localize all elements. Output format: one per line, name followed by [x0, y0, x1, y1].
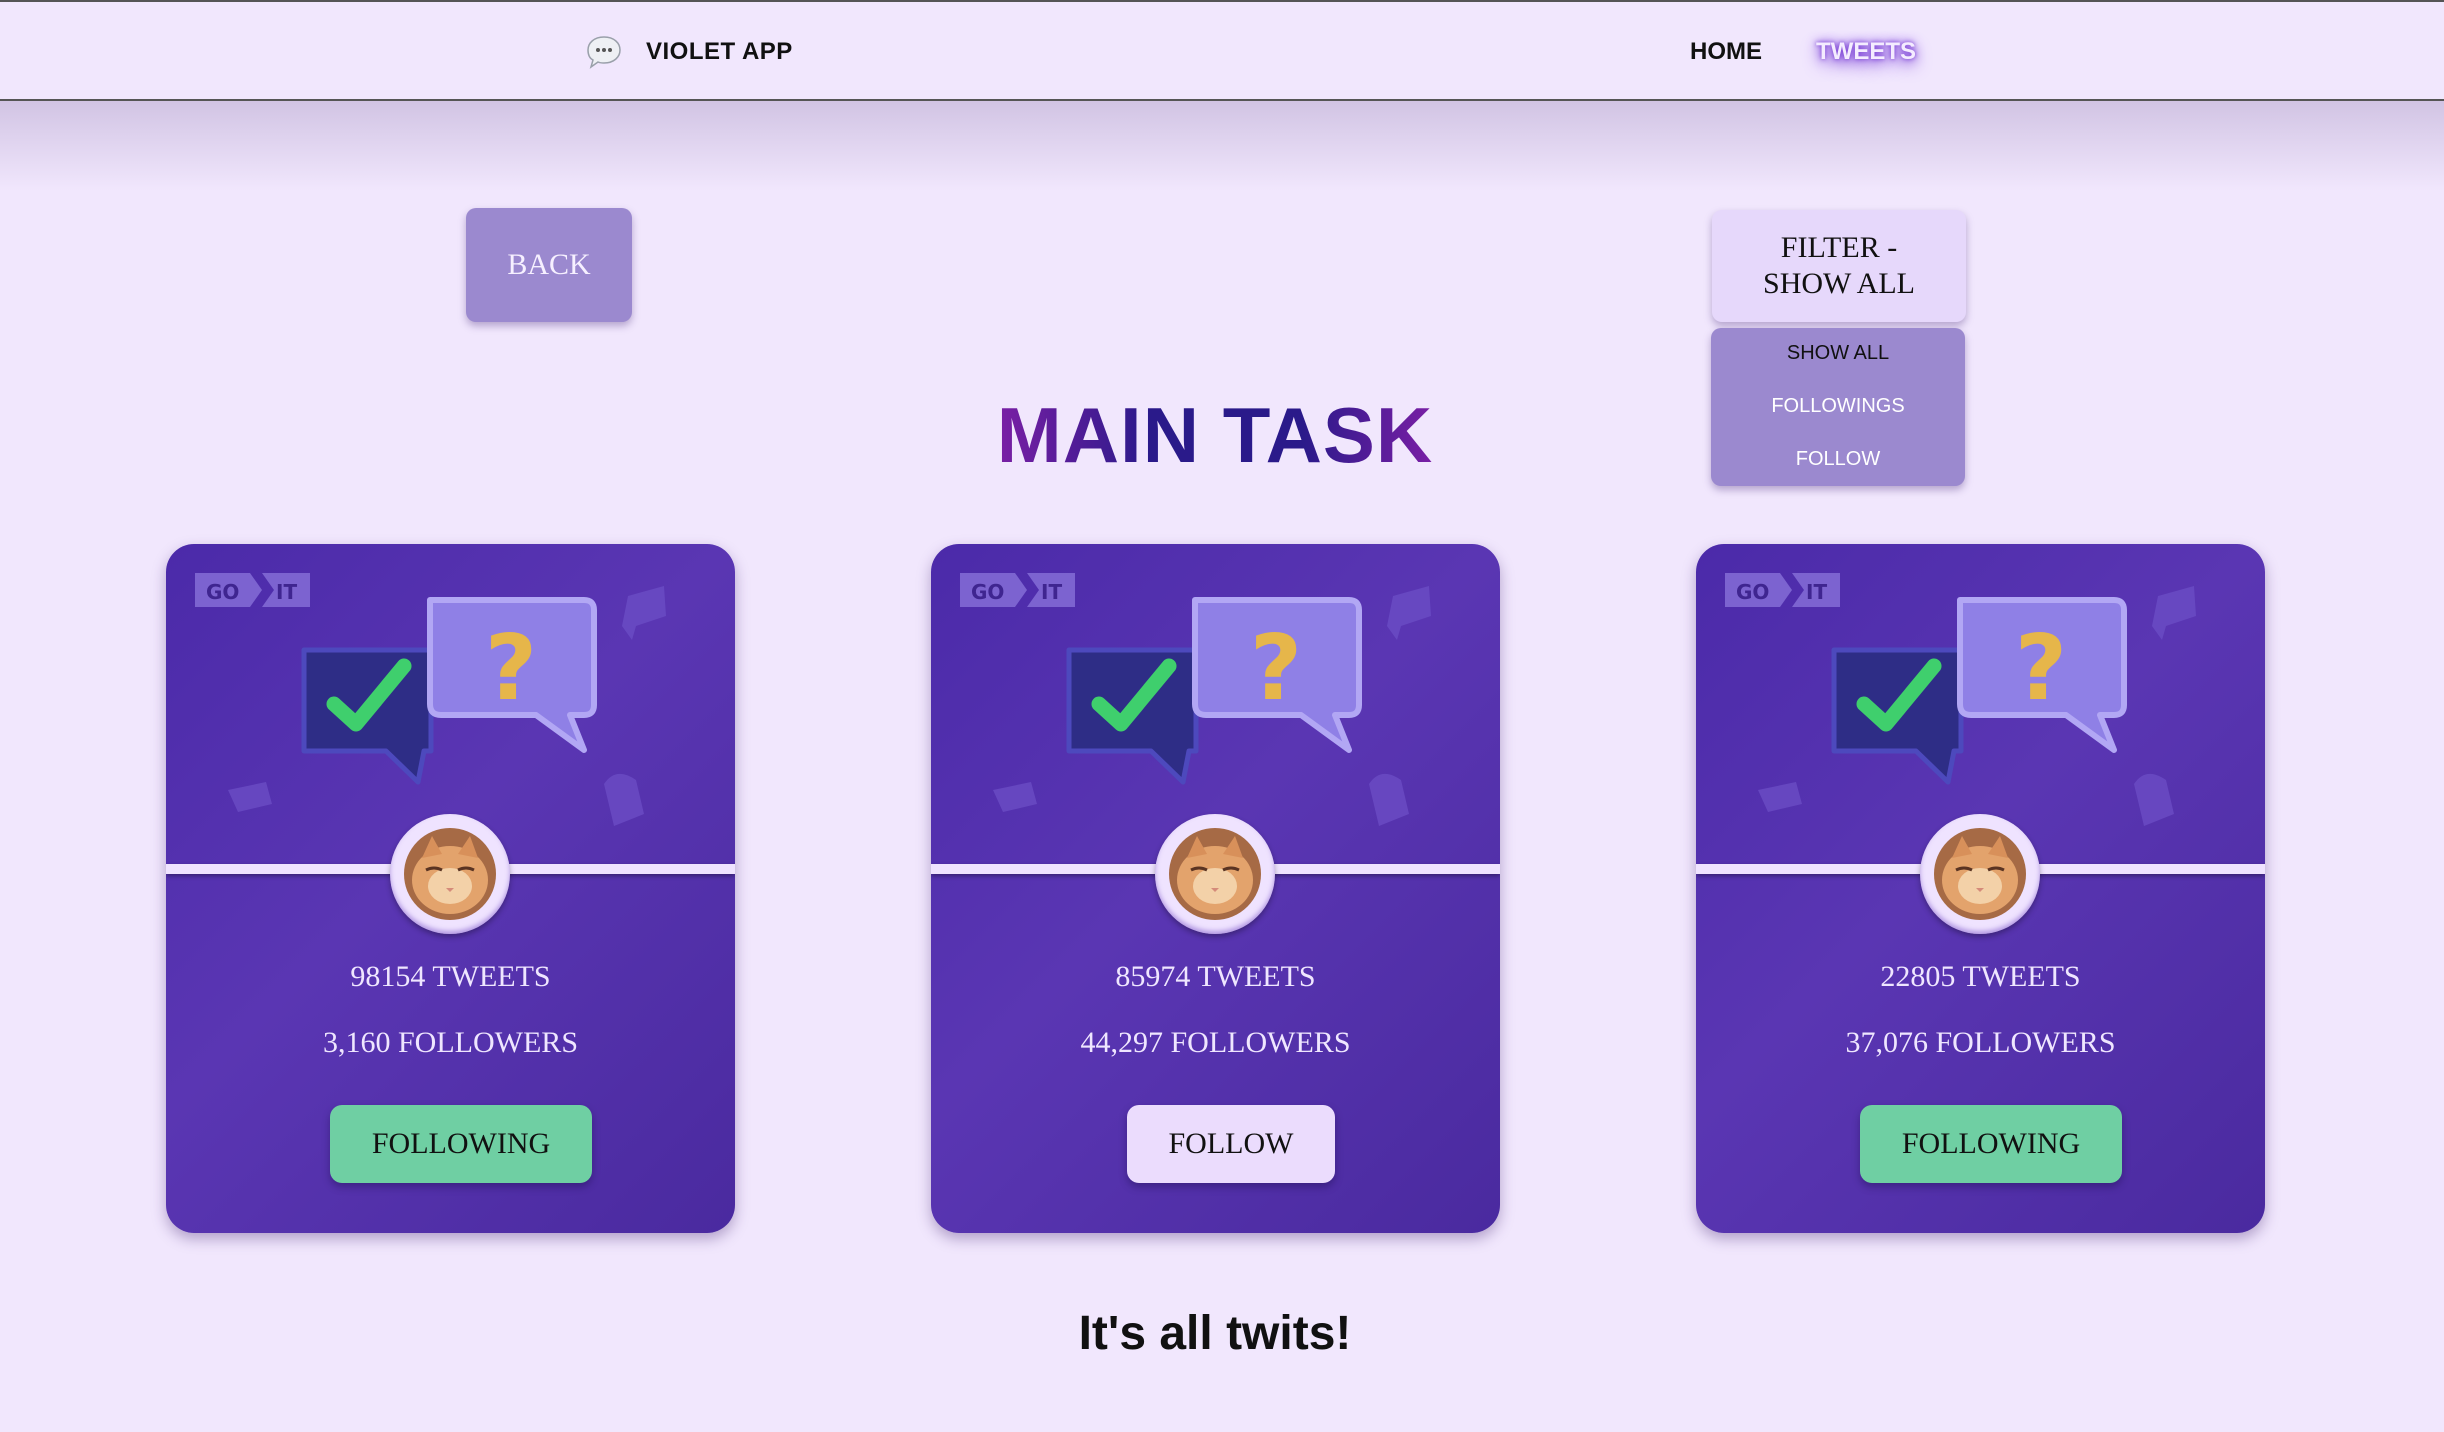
- filter-option-show-all[interactable]: SHOW ALL: [1711, 342, 1965, 365]
- goit-logo: GO IT: [195, 573, 310, 607]
- app-logo[interactable]: VIOLET APP: [584, 32, 793, 72]
- goit-logo-go: GO: [971, 580, 1004, 604]
- following-button[interactable]: FOLLOWING: [1860, 1105, 2122, 1183]
- nav-home-link[interactable]: HOME: [1690, 38, 1762, 66]
- goit-logo-it: IT: [1806, 580, 1827, 604]
- tweets-count: 22805 TWEETS: [1880, 960, 2081, 993]
- checkmark-bubble-icon: [301, 647, 434, 785]
- goit-logo-go: GO: [1736, 580, 1769, 604]
- avatar: [1155, 814, 1275, 934]
- followers-count: 44,297 FOLLOWERS: [1080, 1026, 1351, 1059]
- question-bubble-icon: ?: [427, 597, 597, 753]
- user-card: GO IT ? 98154 TWEETS 3,160 FOLLOWERS FOL…: [166, 544, 735, 1233]
- avatar: [390, 814, 510, 934]
- follow-button[interactable]: FOLLOW: [1127, 1105, 1335, 1183]
- user-card: GO IT ? 22805 TWEETS 37,076 FOLLOWERS FO…: [1696, 544, 2265, 1233]
- cat-avatar-image: [404, 828, 496, 920]
- goit-logo: GO IT: [960, 573, 1075, 607]
- svg-text:?: ?: [1250, 616, 1302, 721]
- followers-count: 37,076 FOLLOWERS: [1845, 1026, 2116, 1059]
- goit-logo: GO IT: [1725, 573, 1840, 607]
- avatar: [1920, 814, 2040, 934]
- followers-count: 3,160 FOLLOWERS: [323, 1026, 578, 1059]
- footer-message: It's all twits!: [1078, 1307, 1352, 1360]
- filter-label-line2: SHOW ALL: [1763, 267, 1915, 300]
- user-card: GO IT ? 85974 TWEETS 44,297 FOLLOWERS FO…: [931, 544, 1500, 1233]
- nav-tweets-link[interactable]: TWEETS: [1816, 38, 1916, 66]
- cat-avatar-image: [1934, 828, 2026, 920]
- checkmark-bubble-icon: [1066, 647, 1199, 785]
- speech-bubble-icon: [587, 36, 621, 69]
- top-navbar: VIOLET APP HOME TWEETS: [0, 0, 2444, 101]
- tweets-count: 98154 TWEETS: [350, 960, 551, 993]
- svg-text:?: ?: [485, 616, 537, 721]
- following-button[interactable]: FOLLOWING: [330, 1105, 592, 1183]
- goit-logo-go: GO: [206, 580, 239, 604]
- svg-text:?: ?: [2015, 616, 2067, 721]
- goit-logo-it: IT: [276, 580, 297, 604]
- filter-button-label: FILTER - SHOW ALL: [1749, 230, 1929, 302]
- page-title: MAIN TASK: [0, 390, 2430, 481]
- back-button[interactable]: BACK: [466, 208, 632, 322]
- cat-avatar-image: [1169, 828, 1261, 920]
- goit-logo-it: IT: [1041, 580, 1062, 604]
- app-name: VIOLET APP: [646, 38, 793, 65]
- question-bubble-icon: ?: [1192, 597, 1362, 753]
- checkmark-bubble-icon: [1831, 647, 1964, 785]
- tweets-count: 85974 TWEETS: [1115, 960, 1316, 993]
- header-shadow: [0, 101, 2444, 191]
- question-bubble-icon: ?: [1957, 597, 2127, 753]
- filter-label-line1: FILTER -: [1780, 231, 1898, 264]
- filter-dropdown-button[interactable]: FILTER - SHOW ALL: [1712, 210, 1966, 322]
- page-title-text: MAIN TASK: [996, 391, 1434, 479]
